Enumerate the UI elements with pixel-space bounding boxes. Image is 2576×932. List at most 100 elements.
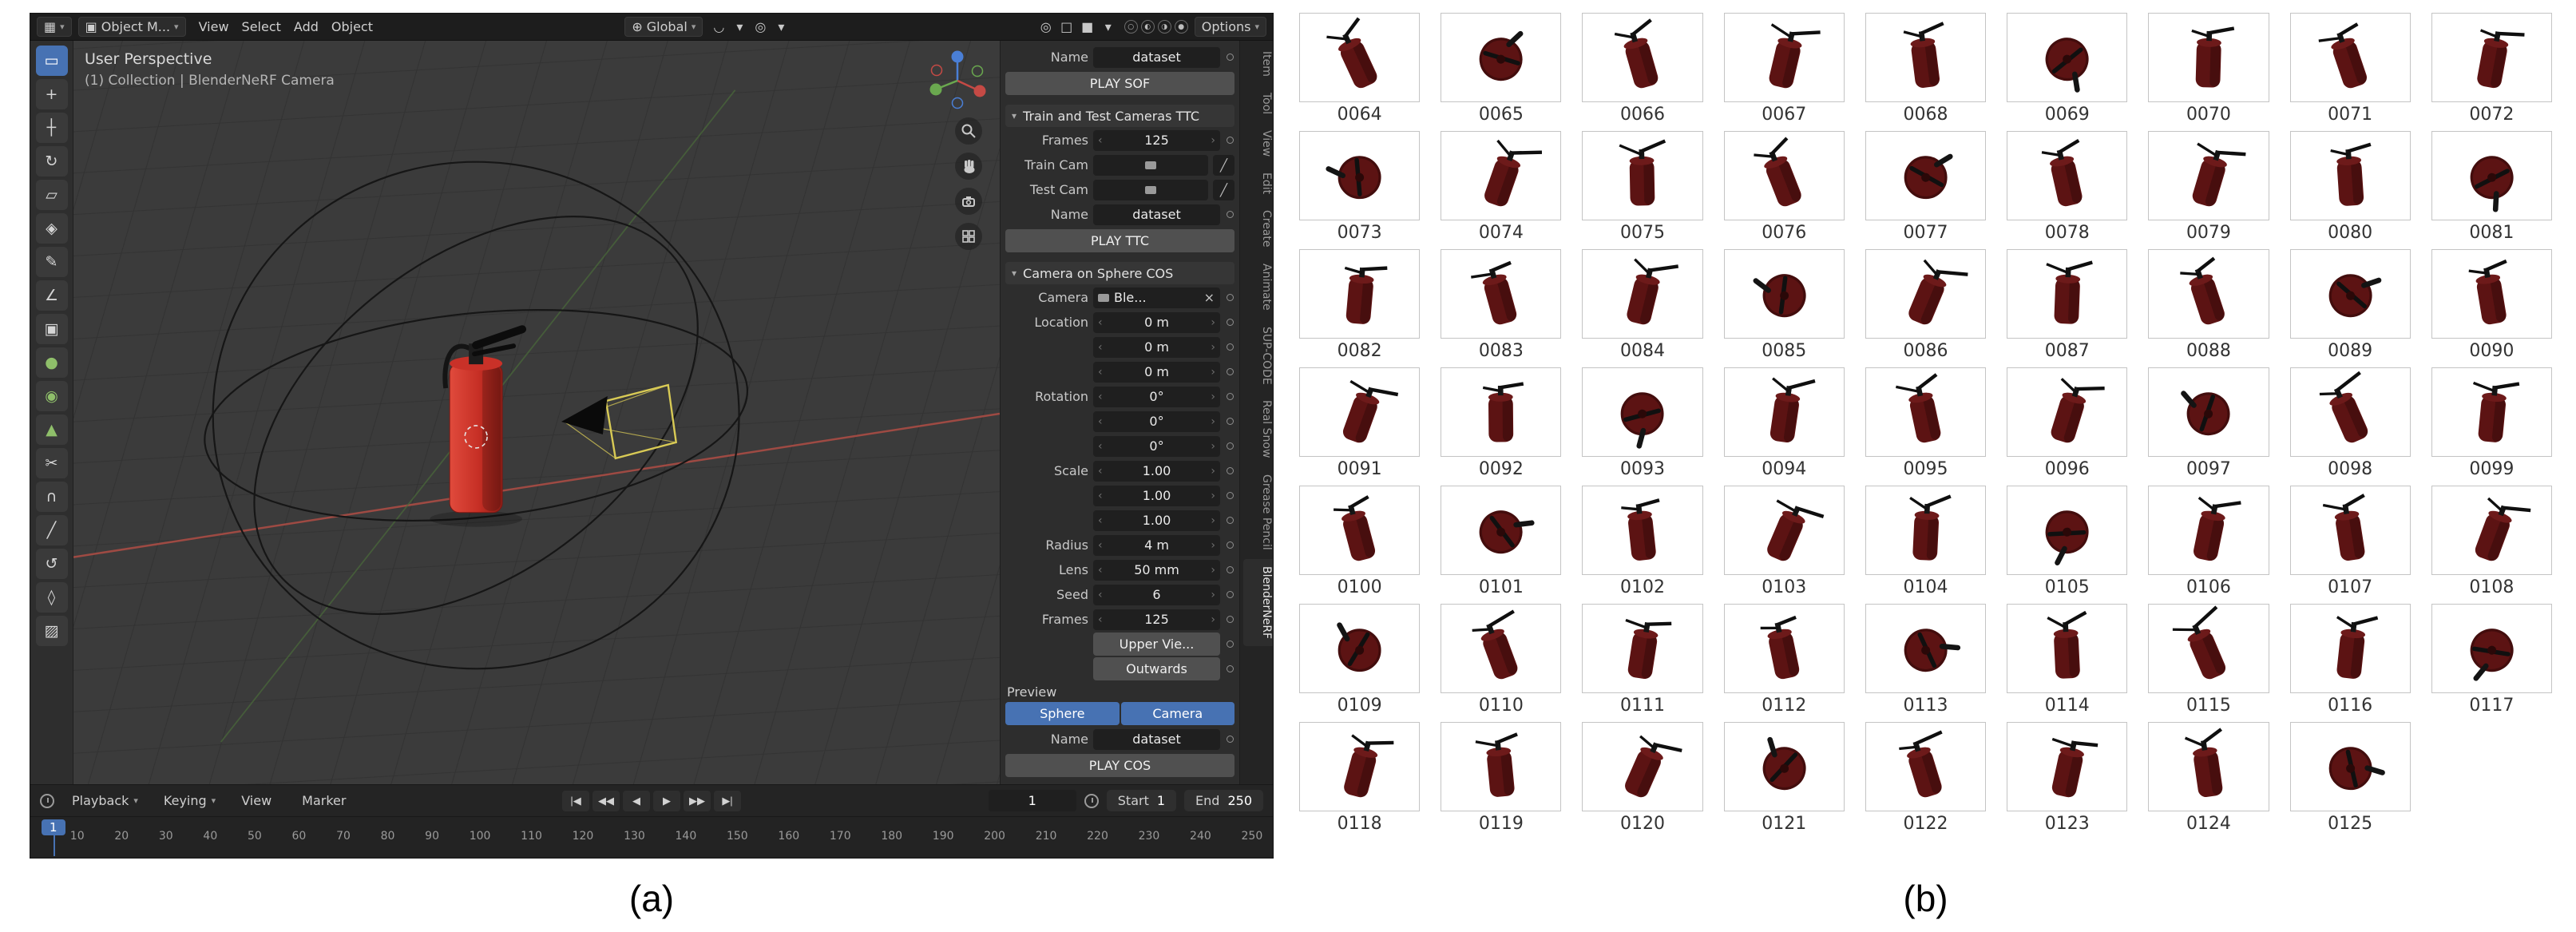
n-panel-tab[interactable]: View	[1243, 123, 1273, 164]
axis-neg-z-handle[interactable]	[953, 98, 963, 109]
animate-dot-icon[interactable]	[1225, 467, 1234, 474]
axis-neg-y-handle[interactable]	[973, 66, 983, 77]
n-panel-tab[interactable]: BlenderNeRF	[1243, 559, 1273, 646]
proportional-falloff-caret[interactable]: ▾	[771, 18, 791, 37]
sof-name-input[interactable]: dataset	[1093, 47, 1220, 68]
clock-icon[interactable]	[40, 794, 54, 808]
animate-dot-icon[interactable]	[1225, 343, 1234, 351]
animate-dot-icon[interactable]	[1225, 665, 1234, 672]
mode-dropdown[interactable]: ▣ Object M... ▾	[78, 17, 186, 37]
navigation-gizmo[interactable]	[926, 47, 989, 109]
tool-scale[interactable]: ▱	[36, 180, 68, 210]
viewport-3d[interactable]: User Perspective (1) Collection | Blende…	[73, 41, 1000, 784]
rotation-y-input[interactable]: 0°	[1093, 411, 1220, 432]
axis-neg-x-handle[interactable]	[932, 65, 942, 76]
n-panel-tab[interactable]: SUP-CODE	[1243, 319, 1273, 392]
camera-view-icon[interactable]	[955, 188, 982, 215]
tool-annotate[interactable]: ✎	[36, 247, 68, 277]
tool-select-box[interactable]: ▭	[36, 46, 68, 76]
tool-rotate[interactable]: ↻	[36, 146, 68, 176]
start-frame-input[interactable]: Start 1	[1107, 790, 1176, 811]
shading-wireframe-icon[interactable]: ○	[1124, 20, 1138, 34]
tool-bisect[interactable]: ╱	[36, 515, 68, 545]
animate-dot-icon[interactable]	[1225, 517, 1234, 524]
animate-dot-icon[interactable]	[1225, 418, 1234, 425]
fire-extinguisher-object[interactable]	[445, 329, 522, 513]
seed-input[interactable]: 6	[1093, 585, 1220, 605]
current-frame-input[interactable]: 1	[989, 790, 1076, 811]
timeline-menu-item[interactable]: Playback▾	[65, 793, 145, 808]
zoom-icon[interactable]	[955, 117, 982, 145]
tool-cursor[interactable]: +	[36, 79, 68, 109]
cos-name-input[interactable]: dataset	[1093, 729, 1220, 750]
outwards-button[interactable]: Outwards	[1093, 657, 1220, 680]
play-forward-button[interactable]: ▶	[653, 791, 680, 811]
camera-object[interactable]	[561, 385, 676, 458]
visibility-caret[interactable]: ▾	[1099, 18, 1118, 37]
tool-sculpt[interactable]: ∩	[36, 482, 68, 512]
animate-dot-icon[interactable]	[1225, 736, 1234, 743]
location-z-input[interactable]: 0 m	[1093, 362, 1220, 383]
animate-dot-icon[interactable]	[1225, 54, 1234, 61]
frames-input[interactable]: 125	[1093, 130, 1220, 151]
animate-dot-icon[interactable]	[1225, 211, 1234, 218]
topbar-menu-item[interactable]: Add	[287, 19, 325, 34]
n-panel-tab[interactable]: Item	[1243, 44, 1273, 84]
jump-to-end-button[interactable]: ▶|	[714, 791, 741, 811]
n-panel-tab[interactable]: Tool	[1243, 85, 1273, 121]
animate-dot-icon[interactable]	[1225, 393, 1234, 400]
play-cos-button[interactable]: PLAY COS	[1005, 754, 1234, 777]
animate-dot-icon[interactable]	[1225, 566, 1234, 573]
rotation-z-input[interactable]: 0°	[1093, 436, 1220, 457]
grid-ortho-icon[interactable]	[955, 223, 982, 250]
location-x-input[interactable]: 0 m	[1093, 312, 1220, 333]
animate-dot-icon[interactable]	[1225, 616, 1234, 623]
play-ttc-button[interactable]: PLAY TTC	[1005, 229, 1234, 252]
n-panel-tab[interactable]: Real Snow	[1243, 393, 1273, 465]
timeline-menu-item[interactable]: Marker	[295, 793, 357, 808]
pan-hand-icon[interactable]	[955, 153, 982, 180]
location-y-input[interactable]: 0 m	[1093, 337, 1220, 358]
cos-frames-input[interactable]: 125	[1093, 609, 1220, 630]
animate-dot-icon[interactable]	[1225, 294, 1234, 301]
n-panel-tab[interactable]: Grease Pencil	[1243, 467, 1273, 557]
rotation-x-input[interactable]: 0°	[1093, 387, 1220, 407]
prev-keyframe-button[interactable]: ◀◀	[592, 791, 620, 811]
tool-add-cube[interactable]: ▣	[36, 314, 68, 344]
tool-transform[interactable]: ◈	[36, 213, 68, 244]
camera-preview-button[interactable]: Camera	[1121, 702, 1235, 725]
show-overlays-toggle[interactable]: □	[1057, 18, 1076, 37]
animate-dot-icon[interactable]	[1225, 368, 1234, 375]
tool-move[interactable]: ┼	[36, 113, 68, 143]
upper-view-button[interactable]: Upper Vie...	[1093, 633, 1220, 656]
editor-type-dropdown[interactable]: ▦ ▾	[37, 17, 72, 37]
tool-knife[interactable]: ✂	[36, 448, 68, 478]
scale-z-input[interactable]: 1.00	[1093, 510, 1220, 531]
test-cam-input[interactable]	[1093, 180, 1208, 200]
n-panel-tab[interactable]: Edit	[1243, 165, 1273, 201]
ttc-name-input[interactable]: dataset	[1093, 204, 1220, 225]
topbar-menu-item[interactable]: Select	[236, 19, 287, 34]
shading-material-icon[interactable]: ◑	[1158, 20, 1171, 34]
animate-dot-icon[interactable]	[1225, 319, 1234, 326]
show-gizmo-toggle[interactable]: ◎	[1036, 18, 1056, 37]
scale-y-input[interactable]: 1.00	[1093, 486, 1220, 506]
tool-add-cylinder[interactable]: ◉	[36, 381, 68, 411]
timeline-menu-item[interactable]: Keying▾	[157, 793, 222, 808]
clear-x-icon[interactable]: ×	[1204, 290, 1220, 305]
play-reverse-button[interactable]: ◀	[623, 791, 650, 811]
animate-dot-icon[interactable]	[1225, 492, 1234, 499]
lens-input[interactable]: 50 mm	[1093, 560, 1220, 581]
topbar-menu-item[interactable]: View	[192, 19, 236, 34]
jump-to-start-button[interactable]: |◀	[562, 791, 589, 811]
snap-options-caret[interactable]: ▾	[730, 18, 749, 37]
animate-dot-icon[interactable]	[1225, 591, 1234, 598]
cos-section-header[interactable]: ▾ Camera on Sphere COS	[1005, 262, 1234, 284]
play-sof-button[interactable]: PLAY SOF	[1005, 72, 1234, 95]
shading-solid-icon[interactable]: ◐	[1141, 20, 1155, 34]
axis-z-handle[interactable]	[952, 51, 964, 63]
timeline-ruler[interactable]: 1020304050607080901001101201301401501601…	[30, 816, 1273, 858]
train-cam-input[interactable]	[1093, 155, 1208, 176]
eyedropper-icon[interactable]: ╱	[1213, 180, 1234, 200]
cos-camera-input[interactable]: Ble... ×	[1093, 288, 1220, 308]
